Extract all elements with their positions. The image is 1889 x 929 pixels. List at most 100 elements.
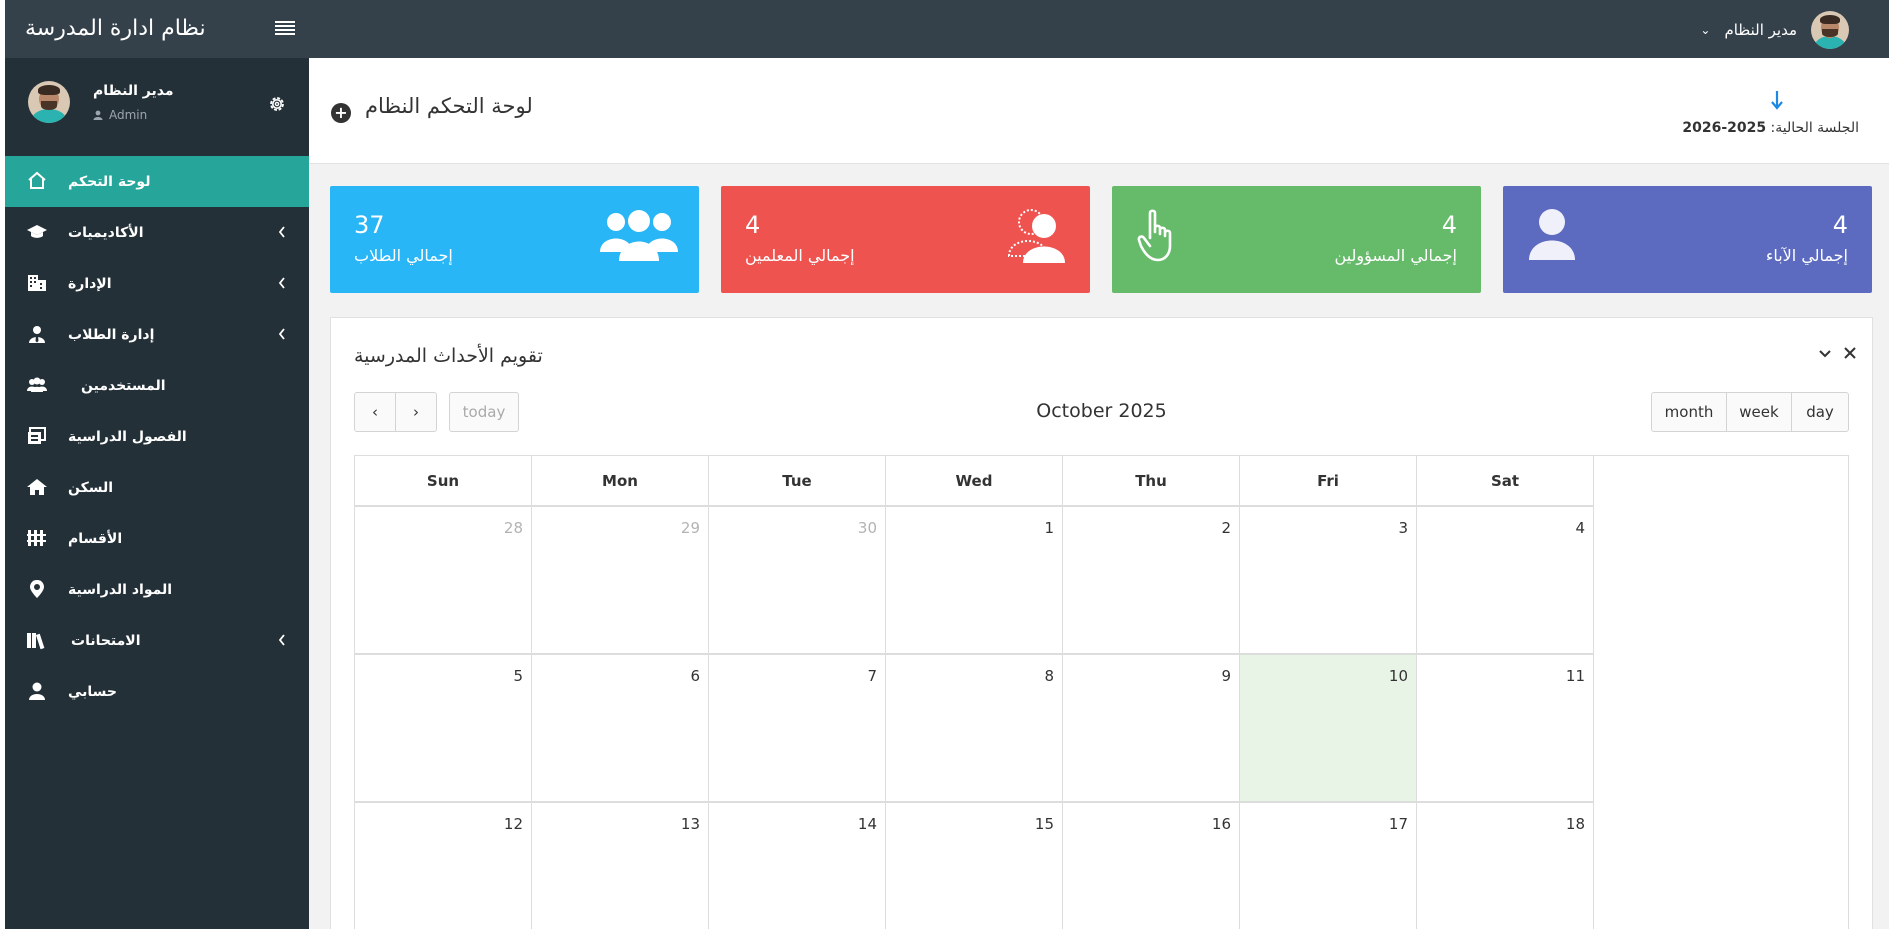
day-number: 5: [513, 667, 523, 685]
day-number: 15: [1034, 815, 1054, 833]
month-view-button[interactable]: month: [1651, 392, 1727, 432]
calendar-day-today[interactable]: 10: [1240, 655, 1417, 803]
profile-role: Admin: [93, 108, 147, 122]
calendar-panel: تقويم الأحداث المدرسية ‹ › today October…: [330, 317, 1873, 929]
home-icon: [28, 171, 46, 189]
day-number: 16: [1211, 815, 1231, 833]
calendar-day[interactable]: 7: [709, 655, 886, 803]
calendar-day[interactable]: 13: [532, 803, 709, 929]
add-circle-icon[interactable]: +: [331, 103, 351, 123]
calendar-day[interactable]: 29: [532, 507, 709, 655]
avatar: [28, 81, 70, 123]
day-number: 28: [503, 519, 523, 537]
current-session: الجلسة الحالية: 2025-2026: [1682, 120, 1859, 136]
day-number: 13: [680, 815, 700, 833]
calendar-day[interactable]: 17: [1240, 803, 1417, 929]
stat-label: إجمالي الآباء: [1765, 246, 1848, 265]
sidebar-item-administration[interactable]: الإدارة: [5, 258, 309, 309]
stat-card-admins[interactable]: 4 إجمالي المسؤولين: [1112, 186, 1481, 293]
sidebar-profile: مدير النظام Admin: [5, 58, 309, 156]
sidebar-item-users[interactable]: المستخدمين: [5, 360, 309, 411]
stat-value: 4: [745, 211, 761, 239]
stat-card-students[interactable]: 37 إجمالي الطلاب: [330, 186, 699, 293]
sidebar-item-label: الأكاديميات: [68, 224, 144, 241]
weekday-header: Tue: [709, 456, 886, 507]
chevron-down-icon: ⌄: [1700, 23, 1711, 37]
stat-card-parents[interactable]: 4 إجمالي الآباء: [1503, 186, 1872, 293]
sidebar-nav: لوحة التحكم الأكاديميات الإدارة إدارة ال…: [5, 156, 309, 717]
sidebar-item-student-management[interactable]: إدارة الطلاب: [5, 309, 309, 360]
stat-value: 4: [1832, 211, 1848, 239]
day-number: 9: [1221, 667, 1231, 685]
calendar-day[interactable]: 4: [1417, 507, 1594, 655]
day-number: 11: [1565, 667, 1585, 685]
sidebar-item-subjects[interactable]: المواد الدراسية: [5, 564, 309, 615]
close-icon[interactable]: [1843, 346, 1857, 360]
sidebar-item-label: الإدارة: [68, 275, 112, 292]
stat-label: إجمالي الطلاب: [354, 246, 453, 265]
calendar-day[interactable]: 16: [1063, 803, 1240, 929]
hamburger-menu-icon[interactable]: [275, 21, 295, 37]
calendar-day[interactable]: 18: [1417, 803, 1594, 929]
week-view-button[interactable]: week: [1726, 392, 1792, 432]
parent-user-icon: [1529, 209, 1575, 260]
books-icon: [27, 633, 45, 650]
chevron-left-icon: [278, 277, 285, 289]
user-tie-icon: [29, 326, 45, 343]
stat-label: إجمالي المسؤولين: [1334, 246, 1457, 265]
sidebar: مدير النظام Admin لوحة التحكم الأكاديميا…: [5, 58, 309, 929]
students-group-icon: [600, 210, 678, 261]
stat-label: إجمالي المعلمين: [745, 246, 855, 265]
calendar-day[interactable]: 6: [532, 655, 709, 803]
sidebar-item-departments[interactable]: الأقسام: [5, 513, 309, 564]
calendar-day[interactable]: 15: [886, 803, 1063, 929]
calendar-day[interactable]: 28: [355, 507, 532, 655]
house-icon: [27, 479, 47, 495]
day-number: 3: [1398, 519, 1408, 537]
weekday-header: Wed: [886, 456, 1063, 507]
users-icon: [27, 377, 47, 392]
day-view-button[interactable]: day: [1791, 392, 1849, 432]
panel-title: تقويم الأحداث المدرسية: [354, 345, 543, 367]
page-title: لوحة التحكم النظام: [365, 94, 533, 118]
arrow-down-icon[interactable]: [1771, 90, 1783, 110]
sidebar-item-label: الامتحانات: [71, 632, 141, 649]
day-number: 7: [867, 667, 877, 685]
app-title[interactable]: نظام ادارة المدرسة: [25, 0, 206, 58]
day-number: 8: [1044, 667, 1054, 685]
calendar-toolbar: ‹ › today October 2025 month week day: [354, 392, 1849, 432]
sidebar-item-my-account[interactable]: حسابي: [5, 666, 309, 717]
sidebar-item-dashboard[interactable]: لوحة التحكم: [5, 156, 309, 207]
calendar-day[interactable]: 11: [1417, 655, 1594, 803]
sidebar-item-label: حسابي: [68, 683, 118, 700]
stat-card-teachers[interactable]: 4 إجمالي المعلمين: [721, 186, 1090, 293]
sidebar-item-academics[interactable]: الأكاديميات: [5, 207, 309, 258]
weekday-header: Fri: [1240, 456, 1417, 507]
map-marker-icon: [30, 580, 44, 598]
calendar-day[interactable]: 5: [355, 655, 532, 803]
calendar-day[interactable]: 3: [1240, 507, 1417, 655]
calendar-day[interactable]: 2: [1063, 507, 1240, 655]
weekday-header: Mon: [532, 456, 709, 507]
chevron-left-icon: [278, 328, 285, 340]
calendar-day[interactable]: 30: [709, 507, 886, 655]
chevron-down-icon[interactable]: [1818, 346, 1832, 360]
sidebar-item-exams[interactable]: الامتحانات: [5, 615, 309, 666]
day-number: 12: [503, 815, 523, 833]
gear-icon[interactable]: [267, 94, 287, 114]
main-content: + لوحة التحكم النظام الجلسة الحالية: 202…: [309, 58, 1889, 929]
profile-name: مدير النظام: [93, 83, 174, 99]
calendar-day[interactable]: 8: [886, 655, 1063, 803]
user-menu[interactable]: مدير النظام ⌄: [1700, 11, 1849, 49]
day-number: 4: [1575, 519, 1585, 537]
session-value: 2025-2026: [1682, 120, 1767, 136]
calendar-day[interactable]: 12: [355, 803, 532, 929]
sidebar-item-housing[interactable]: السكن: [5, 462, 309, 513]
sidebar-item-classrooms[interactable]: الفصول الدراسية: [5, 411, 309, 462]
calendar-day[interactable]: 1: [886, 507, 1063, 655]
calendar-day[interactable]: 14: [709, 803, 886, 929]
calendar-day[interactable]: 9: [1063, 655, 1240, 803]
weekday-header: Sat: [1417, 456, 1594, 507]
weekday-header: Thu: [1063, 456, 1240, 507]
building-icon: [28, 275, 46, 291]
